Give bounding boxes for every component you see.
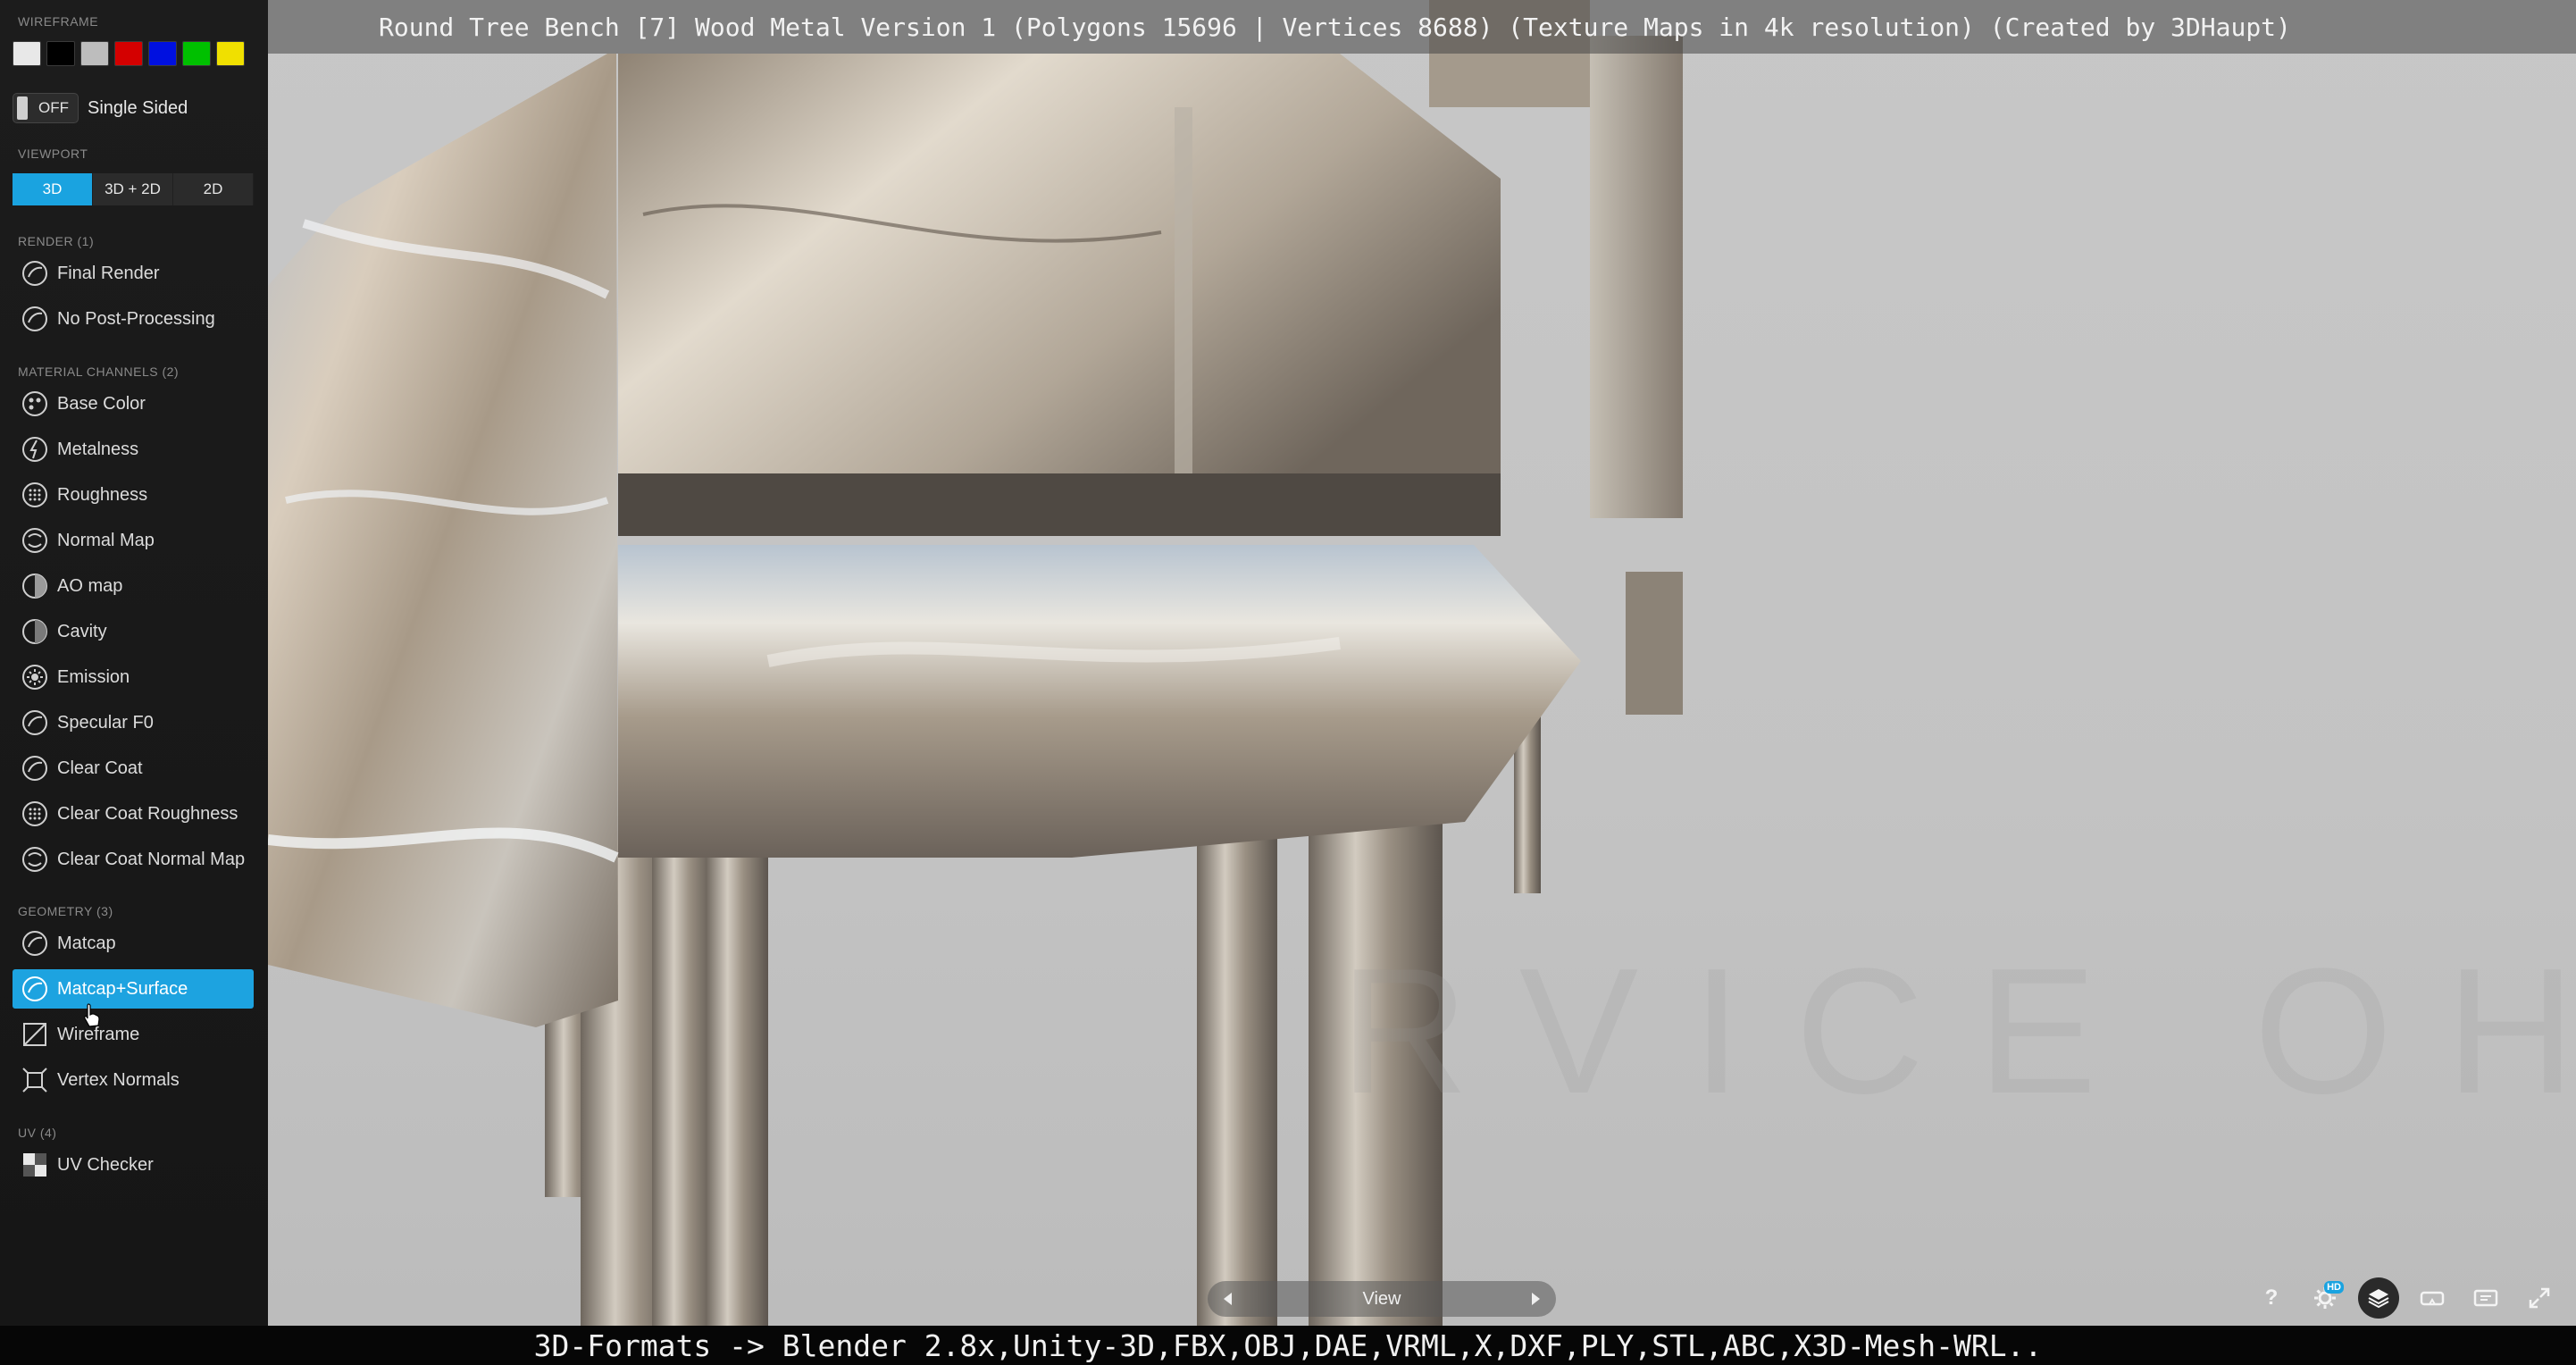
viewport-section-label: VIEWPORT xyxy=(18,147,88,161)
menu-label: Clear Coat Roughness xyxy=(57,803,238,824)
wireframe-icon xyxy=(20,1019,50,1050)
menu-label: Normal Map xyxy=(57,530,155,550)
half-sphere-icon xyxy=(20,616,50,647)
menu-base-color[interactable]: Base Color xyxy=(13,384,254,423)
menu-label: Clear Coat Normal Map xyxy=(57,849,246,869)
menu-label: Final Render xyxy=(57,263,160,283)
viewport-mode-2d[interactable]: 2D xyxy=(173,173,254,205)
single-sided-toggle[interactable]: OFF xyxy=(13,93,79,123)
sphere-icon xyxy=(20,974,50,1004)
menu-final-render[interactable]: Final Render xyxy=(13,254,254,293)
menu-matcap-surface[interactable]: Matcap+Surface xyxy=(13,969,254,1009)
menu-no-post-processing[interactable]: No Post-Processing xyxy=(13,299,254,339)
hd-badge: HD xyxy=(2324,1281,2344,1294)
menu-label: Base Color xyxy=(57,393,146,414)
wireframe-swatch-blue[interactable] xyxy=(148,41,177,66)
menu-clear-coat-roughness[interactable]: Clear Coat Roughness xyxy=(13,794,254,833)
prev-view-arrow-icon[interactable] xyxy=(1224,1293,1232,1305)
checker-icon xyxy=(20,1150,50,1180)
sphere-icon xyxy=(20,304,50,334)
viewport-mode-3d[interactable]: 3D xyxy=(13,173,93,205)
menu-ao-map[interactable]: AO map xyxy=(13,566,254,606)
sphere-icon xyxy=(20,928,50,959)
watermark-text: RVICE OHN xyxy=(1340,932,2576,1131)
vertex-normals-icon xyxy=(20,1065,50,1095)
menu-label: Cavity xyxy=(57,621,107,641)
dots-sphere-icon xyxy=(20,799,50,829)
formats-caption-bar: 3D-Formats -> Blender 2.8x,Unity-3D,FBX,… xyxy=(0,1326,2576,1365)
menu-emission[interactable]: Emission xyxy=(13,657,254,697)
sphere-icon xyxy=(20,753,50,783)
menu-normal-map[interactable]: Normal Map xyxy=(13,521,254,560)
menu-uv-checker[interactable]: UV Checker xyxy=(13,1145,254,1185)
next-view-arrow-icon[interactable] xyxy=(1532,1293,1540,1305)
layers-icon[interactable] xyxy=(2358,1277,2399,1319)
settings-hd-icon[interactable]: HD xyxy=(2304,1277,2346,1319)
model-title-bar: Round Tree Bench [7] Wood Metal Version … xyxy=(268,0,2576,54)
menu-label: Specular F0 xyxy=(57,712,154,733)
menu-matcap[interactable]: Matcap xyxy=(13,924,254,963)
menu-clear-coat[interactable]: Clear Coat xyxy=(13,749,254,788)
menu-label: AO map xyxy=(57,575,123,596)
render-section-label: RENDER (1) xyxy=(18,234,95,248)
viewport-mode-3d-2d[interactable]: 3D + 2D xyxy=(93,173,173,205)
menu-metalness[interactable]: Metalness xyxy=(13,430,254,469)
single-sided-label: Single Sided xyxy=(88,97,188,118)
menu-roughness[interactable]: Roughness xyxy=(13,475,254,515)
wireframe-section-label: WIREFRAME xyxy=(18,14,99,29)
hand-cursor-icon xyxy=(84,1003,100,1027)
menu-label: Emission xyxy=(57,666,130,687)
inspector-sidebar: WIREFRAME OFF Single Sided VIEWPORT 3D 3… xyxy=(0,0,268,1326)
metalness-icon xyxy=(20,434,50,465)
menu-label: Metalness xyxy=(57,439,139,459)
viewport-mode-group: 3D 3D + 2D 2D xyxy=(13,173,254,205)
formats-caption: 3D-Formats -> Blender 2.8x,Unity-3D,FBX,… xyxy=(533,1327,2043,1363)
help-icon[interactable]: ? xyxy=(2251,1277,2292,1319)
material-section-label: MATERIAL CHANNELS (2) xyxy=(18,364,180,379)
menu-clear-coat-normal-map[interactable]: Clear Coat Normal Map xyxy=(13,840,254,879)
menu-label: Matcap+Surface xyxy=(57,978,188,999)
toggle-state: OFF xyxy=(38,99,69,116)
help-glyph: ? xyxy=(2264,1285,2279,1310)
dots-sphere-icon xyxy=(20,480,50,510)
menu-label: Vertex Normals xyxy=(57,1069,180,1090)
wireframe-swatch-gray[interactable] xyxy=(80,41,109,66)
emission-icon xyxy=(20,662,50,692)
wireframe-swatch-yellow[interactable] xyxy=(216,41,245,66)
normal-map-icon xyxy=(20,844,50,875)
view-switcher: View xyxy=(1208,1281,1556,1317)
viewer-toolbar: ? HD xyxy=(2251,1277,2560,1319)
wireframe-color-swatches xyxy=(13,41,245,66)
menu-label: No Post-Processing xyxy=(57,308,215,329)
palette-icon xyxy=(20,389,50,419)
toggle-knob xyxy=(17,96,28,120)
menu-label: Roughness xyxy=(57,484,148,505)
single-sided-row: OFF Single Sided xyxy=(13,93,188,123)
model-viewport[interactable]: RVICE OHN xyxy=(268,0,2576,1326)
menu-wireframe[interactable]: Wireframe xyxy=(13,1015,254,1054)
vr-icon[interactable] xyxy=(2412,1277,2453,1319)
wireframe-swatch-green[interactable] xyxy=(182,41,211,66)
geometry-section-label: GEOMETRY (3) xyxy=(18,904,113,918)
menu-label: UV Checker xyxy=(57,1154,154,1175)
menu-vertex-normals[interactable]: Vertex Normals xyxy=(13,1060,254,1100)
menu-cavity[interactable]: Cavity xyxy=(13,612,254,651)
wireframe-swatch-red[interactable] xyxy=(114,41,143,66)
model-title: Round Tree Bench [7] Wood Metal Version … xyxy=(379,12,2291,42)
sphere-icon xyxy=(20,708,50,738)
fullscreen-icon[interactable] xyxy=(2519,1277,2560,1319)
menu-specular-f0[interactable]: Specular F0 xyxy=(13,703,254,742)
menu-label: Matcap xyxy=(57,933,116,953)
half-sphere-icon xyxy=(20,571,50,601)
uv-section-label: UV (4) xyxy=(18,1126,57,1140)
sphere-icon xyxy=(20,258,50,289)
menu-label: Clear Coat xyxy=(57,758,143,778)
wireframe-swatch-black[interactable] xyxy=(46,41,75,66)
embed-icon[interactable] xyxy=(2465,1277,2506,1319)
normal-map-icon xyxy=(20,525,50,556)
view-label[interactable]: View xyxy=(1363,1289,1401,1310)
wireframe-swatch-white[interactable] xyxy=(13,41,41,66)
